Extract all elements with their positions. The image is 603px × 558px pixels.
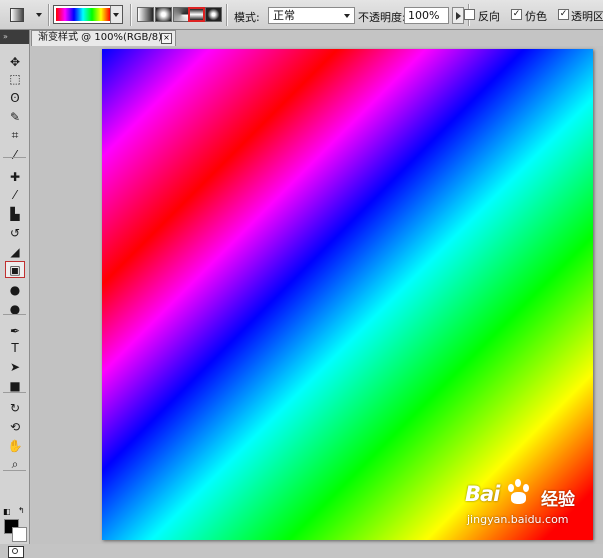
move-tool-icon: ✥ (9, 54, 21, 69)
gradient-tool-icon: ▣ (9, 262, 21, 277)
quick-mask-button[interactable] (8, 546, 24, 558)
reverse-label: 反向 (478, 10, 500, 23)
healing-brush-tool-icon: ✚ (9, 169, 21, 184)
radial-gradient-button[interactable] (155, 7, 172, 22)
blur-tool[interactable]: ● (5, 281, 25, 298)
baidu-jingyan-watermark: Bai 经验 jingyan.baidu.com (463, 478, 603, 540)
crop-tool-icon: ⌗ (11, 128, 19, 142)
gradient-dropdown-button[interactable] (110, 6, 122, 23)
divider (130, 4, 131, 26)
document-tab-title: 渐变样式 @ 100%(RGB/8) * (38, 32, 171, 43)
toolbox-divider (3, 314, 26, 315)
shape-tool-icon: ■ (9, 378, 21, 393)
transparency-label: 透明区 (571, 10, 603, 23)
toolbox-divider (3, 470, 26, 471)
lasso-tool-icon: ʘ (10, 90, 20, 105)
chevron-down-icon (113, 13, 119, 17)
chevron-down-icon (36, 13, 42, 17)
watermark-logo: Bai (465, 482, 500, 506)
gradient-swatch (56, 8, 110, 21)
clone-stamp-tool[interactable]: ▙ (5, 205, 25, 222)
mode-label: 模式: (234, 11, 260, 24)
marquee-tool[interactable]: ⬚ (5, 70, 25, 87)
canvas-gradient[interactable] (102, 49, 593, 540)
pen-tool-icon: ✒ (9, 323, 21, 338)
opacity-input[interactable]: 100% (404, 7, 449, 24)
mode-value: 正常 (273, 9, 295, 22)
path-selection-tool-icon: ➤ (9, 359, 21, 374)
toolbox-collapse-button[interactable]: » (0, 30, 29, 44)
move-tool[interactable]: ✥ (5, 53, 25, 70)
gradient-tool[interactable]: ▣ (5, 261, 25, 278)
3d-rotate-tool[interactable]: ↻ (5, 399, 25, 416)
blur-tool-icon: ● (9, 282, 21, 297)
diamond-gradient-button[interactable] (205, 7, 222, 22)
eraser-tool[interactable]: ◢ (5, 243, 25, 260)
opacity-slider-button[interactable] (452, 7, 464, 24)
healing-brush-tool[interactable]: ✚ (5, 168, 25, 185)
type-tool[interactable]: T (5, 339, 25, 356)
history-brush-tool[interactable]: ↺ (5, 224, 25, 241)
close-icon[interactable]: × (161, 33, 172, 44)
divider (226, 4, 227, 26)
eraser-tool-icon: ◢ (10, 244, 20, 259)
clone-stamp-tool-icon: ▙ (10, 206, 20, 221)
pen-tool[interactable]: ✒ (5, 322, 25, 339)
paw-logo-icon (505, 478, 533, 506)
toolbox: » ✥ ⬚ ʘ ✎ ⌗ ⁄ ✚ ⁄ ▙ ↺ ◢ ▣ ● ● ✒ T ➤ ■ ↻ ⟲ ✋ ⌕ ◧ ↰ (0, 30, 30, 558)
hand-tool-icon: ✋ (7, 438, 23, 453)
path-selection-tool[interactable]: ➤ (5, 358, 25, 375)
transparency-checkbox[interactable]: ✓ (558, 9, 569, 20)
background-color-swatch[interactable] (12, 527, 27, 542)
quick-selection-tool[interactable]: ✎ (5, 108, 25, 125)
gradient-picker[interactable] (53, 5, 123, 24)
chevron-down-icon (344, 14, 350, 18)
play-arrow-icon (456, 12, 461, 20)
marquee-tool-icon: ⬚ (9, 71, 21, 86)
document-tab[interactable]: 渐变样式 @ 100%(RGB/8) * × (31, 30, 176, 46)
eyedropper-tool-icon: ⁄ (13, 147, 16, 162)
toolbox-divider (3, 157, 26, 158)
quick-selection-tool-icon: ✎ (9, 109, 21, 124)
3d-orbit-tool[interactable]: ⟲ (5, 418, 25, 435)
opacity-label: 不透明度: (358, 11, 406, 24)
tool-preset-picker[interactable] (6, 5, 46, 25)
reflected-gradient-button[interactable] (188, 7, 205, 22)
history-brush-tool-icon: ↺ (9, 225, 21, 240)
dither-label: 仿色 (525, 10, 547, 23)
default-colors-icon[interactable]: ◧ (3, 507, 11, 516)
watermark-url: jingyan.baidu.com (467, 513, 569, 526)
swap-colors-icon[interactable]: ↰ (18, 506, 25, 515)
3d-rotate-tool-icon: ↻ (9, 400, 21, 415)
type-tool-icon: T (11, 340, 19, 355)
crop-tool[interactable]: ⌗ (5, 127, 25, 144)
reverse-checkbox[interactable] (464, 9, 475, 20)
3d-orbit-tool-icon: ⟲ (9, 419, 21, 434)
watermark-subtitle: 经验 (541, 490, 575, 510)
toolbox-divider (3, 392, 26, 393)
eyedropper-tool[interactable]: ⁄ (5, 146, 25, 163)
lasso-tool[interactable]: ʘ (5, 89, 25, 106)
brush-tool[interactable]: ⁄ (5, 186, 25, 203)
linear-gradient-button[interactable] (137, 7, 154, 22)
divider (48, 4, 49, 26)
hand-tool[interactable]: ✋ (5, 437, 25, 454)
options-bar: 模式: 正常 不透明度: 100% 反向 ✓ 仿色 ✓ 透明区 (0, 0, 603, 30)
gradient-tool-preset-icon (10, 8, 24, 22)
mode-select[interactable]: 正常 (268, 7, 355, 24)
dither-checkbox[interactable]: ✓ (511, 9, 522, 20)
brush-tool-icon: ⁄ (13, 187, 16, 202)
